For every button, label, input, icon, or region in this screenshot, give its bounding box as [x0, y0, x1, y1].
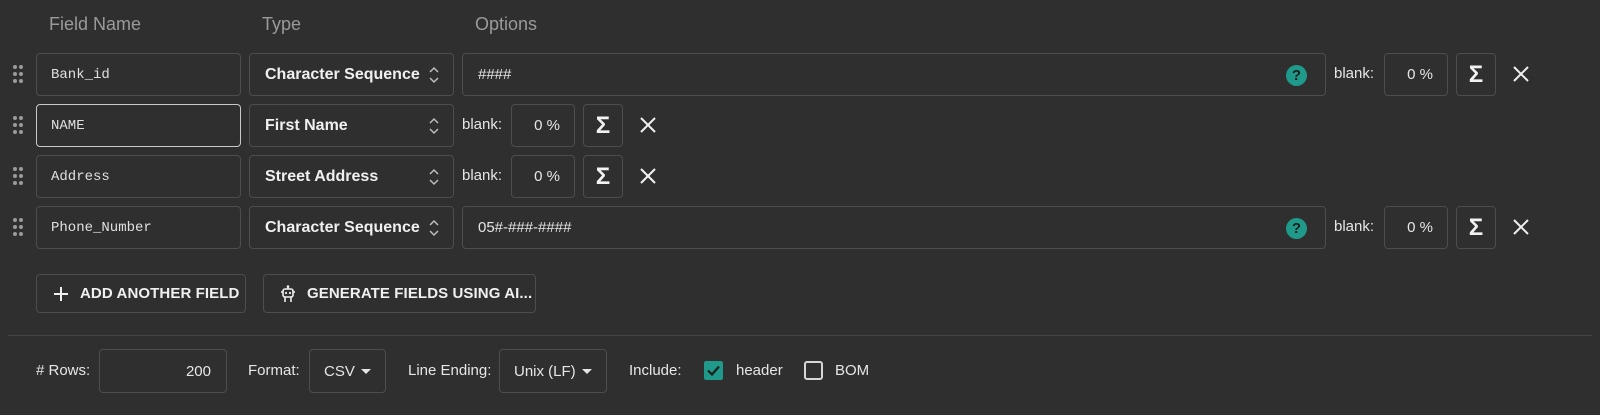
updown-chevron-icon [429, 66, 439, 84]
rows-label: # Rows: [36, 362, 91, 379]
caret-down-icon [582, 369, 592, 374]
field-name-input[interactable]: NAME [36, 104, 241, 147]
field-name-header: Field Name [49, 14, 142, 34]
type-select-value: First Name [265, 116, 348, 134]
format-select[interactable]: CSV [309, 349, 386, 393]
type-select-value: Street Address [265, 167, 379, 185]
divider [8, 335, 1592, 336]
options-value: 05#-###-#### [478, 219, 572, 236]
type-header: Type [262, 14, 302, 34]
options-input[interactable]: 05#-###-#### ? [462, 206, 1326, 249]
bom-label: BOM [835, 362, 870, 379]
format-value: CSV [324, 362, 355, 380]
generate-ai-button[interactable]: GENERATE FIELDS USING AI... [263, 274, 536, 313]
formula-button[interactable]: Σ [1456, 53, 1496, 96]
field-name-input[interactable]: Bank_id [36, 53, 241, 96]
close-icon[interactable] [1510, 63, 1532, 85]
blank-percent-input[interactable]: 0 % [1384, 206, 1448, 249]
plus-icon [54, 286, 68, 301]
robot-icon [281, 284, 295, 302]
drag-handle-icon[interactable] [12, 217, 24, 237]
blank-percent-input[interactable]: 0 % [511, 104, 575, 147]
type-select[interactable]: Character Sequence [249, 53, 454, 96]
line-ending-label: Line Ending: [408, 362, 492, 379]
formula-button[interactable]: Σ [583, 155, 623, 198]
updown-chevron-icon [429, 117, 439, 135]
drag-handle-icon[interactable] [12, 64, 24, 84]
drag-handle-icon[interactable] [12, 166, 24, 186]
type-select[interactable]: Character Sequence [249, 206, 454, 249]
header-label: header [736, 362, 783, 379]
include-label: Include: [629, 362, 682, 379]
blank-label: blank: [462, 116, 503, 133]
options-input[interactable]: #### ? [462, 53, 1326, 96]
updown-chevron-icon [429, 168, 439, 186]
formula-button[interactable]: Σ [1456, 206, 1496, 249]
drag-handle-icon[interactable] [12, 115, 24, 135]
format-label: Format: [248, 362, 300, 379]
type-select[interactable]: Street Address [249, 155, 454, 198]
blank-label: blank: [1334, 65, 1375, 82]
add-field-button[interactable]: ADD ANOTHER FIELD [36, 274, 246, 313]
blank-percent-input[interactable]: 0 % [511, 155, 575, 198]
close-icon[interactable] [637, 114, 659, 136]
type-select[interactable]: First Name [249, 104, 454, 147]
line-ending-value: Unix (LF) [514, 362, 576, 380]
type-select-value: Character Sequence [265, 65, 420, 83]
options-header: Options [475, 14, 538, 34]
type-select-value: Character Sequence [265, 218, 420, 236]
field-name-input[interactable]: Address [36, 155, 241, 198]
field-name-input[interactable]: Phone_Number [36, 206, 241, 249]
help-icon[interactable]: ? [1286, 65, 1307, 86]
options-value: #### [478, 66, 512, 83]
updown-chevron-icon [429, 219, 439, 237]
add-field-label: ADD ANOTHER FIELD [80, 285, 240, 302]
line-ending-select[interactable]: Unix (LF) [499, 349, 607, 393]
caret-down-icon [361, 369, 371, 374]
rows-input[interactable]: 200 [99, 349, 227, 393]
help-icon[interactable]: ? [1286, 218, 1307, 239]
formula-button[interactable]: Σ [583, 104, 623, 147]
blank-label: blank: [462, 167, 503, 184]
generate-ai-label: GENERATE FIELDS USING AI... [307, 285, 533, 302]
header-checkbox[interactable] [704, 361, 723, 380]
close-icon[interactable] [637, 165, 659, 187]
bom-checkbox[interactable] [804, 361, 823, 380]
close-icon[interactable] [1510, 216, 1532, 238]
blank-percent-input[interactable]: 0 % [1384, 53, 1448, 96]
blank-label: blank: [1334, 218, 1375, 235]
